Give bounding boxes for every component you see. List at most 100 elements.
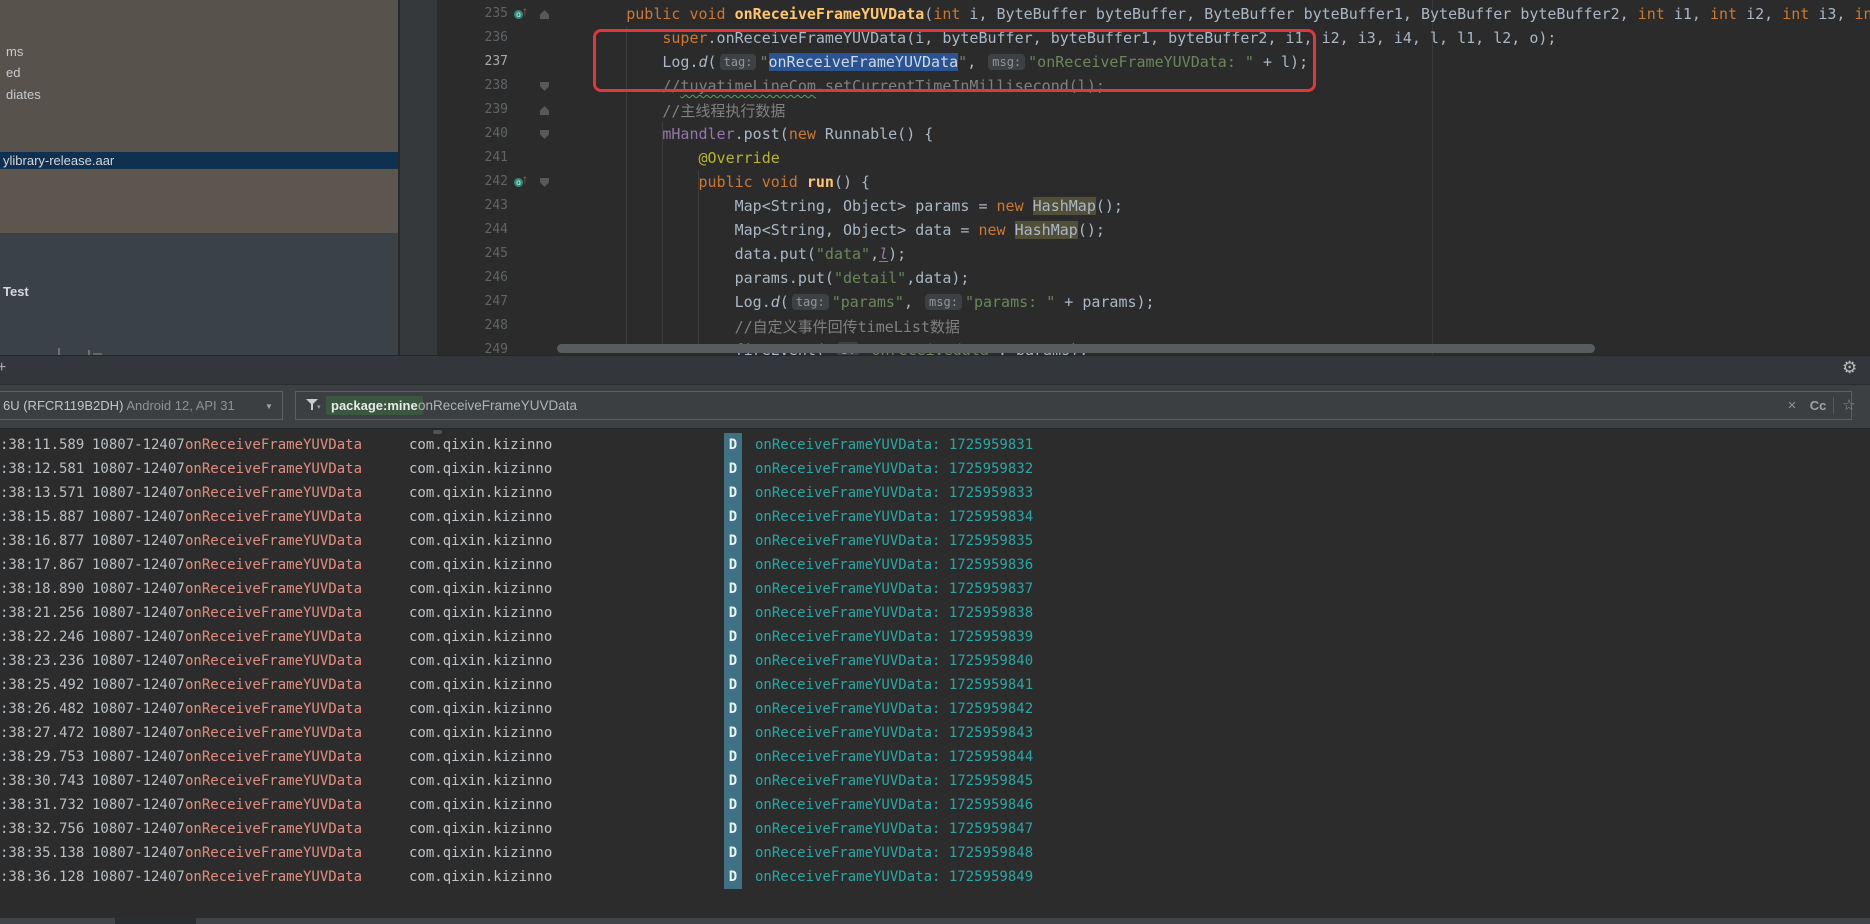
line-number: 241 (466, 146, 508, 170)
log-row[interactable]: :38:16.87710807-12407onReceiveFrameYUVDa… (0, 529, 1870, 553)
code-line-241[interactable]: 241 @Override (400, 146, 1870, 170)
logcat-horizontal-scrollbar[interactable] (0, 918, 1870, 924)
log-pid-tid: 10807-12407 (92, 697, 185, 721)
log-row[interactable]: :38:22.24610807-12407onReceiveFrameYUVDa… (0, 625, 1870, 649)
code-line-244[interactable]: 244 Map<String, Object> data = new HashM… (400, 218, 1870, 242)
fold-marker-icon[interactable] (540, 82, 549, 91)
code-segment: Map<String, Object> data = (735, 221, 979, 239)
line-number: 246 (466, 266, 508, 290)
line-number: 244 (466, 218, 508, 242)
scrollbar-thumb[interactable] (115, 918, 196, 924)
editor-horizontal-scrollbar[interactable] (557, 344, 1595, 353)
log-row[interactable]: :38:13.57110807-12407onReceiveFrameYUVDa… (0, 481, 1870, 505)
log-tag: onReceiveFrameYUVData (185, 673, 362, 697)
log-message: onReceiveFrameYUVData: 1725959835 (755, 529, 1033, 553)
log-row[interactable]: :38:35.13810807-12407onReceiveFrameYUVDa… (0, 841, 1870, 865)
log-timestamp: :38:21.256 (0, 601, 84, 625)
code-segment: HashMap (1015, 221, 1078, 239)
log-pid-tid: 10807-12407 (92, 505, 185, 529)
code-line-246[interactable]: 246 params.put("detail",data); (400, 266, 1870, 290)
code-segment: () { (834, 173, 870, 191)
log-package: com.qixin.kizinno (409, 577, 552, 601)
device-selector-dropdown[interactable]: 6U (RFCR119B2DH) Android 12, API 31 ▼ (0, 391, 283, 420)
project-panel[interactable]: ms ed diates ylibrary-release.aar Test (0, 0, 400, 355)
code-segment (554, 149, 699, 167)
log-tag: onReceiveFrameYUVData (185, 793, 362, 817)
favorite-filter-star-icon[interactable]: ☆ (1838, 392, 1860, 419)
code-line-242[interactable]: 242o↑ public void run() { (400, 170, 1870, 194)
code-line-245[interactable]: 245 data.put("data",l); (400, 242, 1870, 266)
log-row[interactable]: :38:11.58910807-12407onReceiveFrameYUVDa… (0, 433, 1870, 457)
code-editor[interactable]: 235o↑ public void onReceiveFrameYUVData(… (400, 0, 1870, 355)
code-text: //主线程执行数据 (554, 98, 785, 122)
panel-scroll-mark (58, 348, 60, 355)
log-tag: onReceiveFrameYUVData (185, 481, 362, 505)
log-row[interactable]: :38:25.49210807-12407onReceiveFrameYUVDa… (0, 673, 1870, 697)
log-row[interactable]: :38:31.73210807-12407onReceiveFrameYUVDa… (0, 793, 1870, 817)
log-row[interactable]: :38:36.12810807-12407onReceiveFrameYUVDa… (0, 865, 1870, 889)
fold-marker-icon[interactable] (540, 130, 549, 139)
log-message: onReceiveFrameYUVData: 1725959833 (755, 481, 1033, 505)
log-row[interactable]: :38:23.23610807-12407onReceiveFrameYUVDa… (0, 649, 1870, 673)
fold-marker-icon[interactable] (540, 10, 549, 19)
log-timestamp: :38:16.877 (0, 529, 84, 553)
log-row[interactable]: :38:12.58110807-12407onReceiveFrameYUVDa… (0, 457, 1870, 481)
code-segment: "params" (832, 293, 904, 311)
code-text: params.put("detail",data); (554, 266, 969, 290)
log-level-badge: D (724, 433, 742, 457)
log-level-badge: D (724, 625, 742, 649)
log-row[interactable]: :38:27.47210807-12407onReceiveFrameYUVDa… (0, 721, 1870, 745)
log-row[interactable]: :38:18.89010807-12407onReceiveFrameYUVDa… (0, 577, 1870, 601)
code-line-248[interactable]: 248 //自定义事件回传timeList数据 (400, 314, 1870, 338)
code-text: public void run() { (554, 170, 870, 194)
code-segment: i, ByteBuffer byteBuffer, ByteBuffer byt… (960, 5, 1637, 23)
log-package: com.qixin.kizinno (409, 481, 552, 505)
tree-item[interactable]: diates (6, 86, 41, 104)
filter-chip-package-mine[interactable]: package:mine (326, 396, 423, 415)
code-line-240[interactable]: 240 mHandler.post(new Runnable() { (400, 122, 1870, 146)
code-line-235[interactable]: 235o↑ public void onReceiveFrameYUVData(… (400, 2, 1870, 26)
log-row[interactable]: :38:30.74310807-12407onReceiveFrameYUVDa… (0, 769, 1870, 793)
code-line-247[interactable]: 247 Log.d(tag:"params", msg:"params: " +… (400, 290, 1870, 314)
code-line-243[interactable]: 243 Map<String, Object> params = new Has… (400, 194, 1870, 218)
fold-marker-icon[interactable] (540, 178, 549, 187)
tree-item[interactable]: ed (6, 64, 20, 82)
filter-funnel-icon[interactable]: ▾ (306, 399, 320, 413)
log-row[interactable]: :38:15.88710807-12407onReceiveFrameYUVDa… (0, 505, 1870, 529)
settings-gear-icon[interactable]: ⚙ (1842, 358, 1857, 378)
log-tag: onReceiveFrameYUVData (185, 577, 362, 601)
clear-filter-icon[interactable]: × (1782, 392, 1802, 419)
log-row[interactable]: :38:21.25610807-12407onReceiveFrameYUVDa… (0, 601, 1870, 625)
tree-section-label[interactable]: Test (3, 284, 29, 299)
log-row[interactable]: :38:29.75310807-12407onReceiveFrameYUVDa… (0, 745, 1870, 769)
logcat-filter-input[interactable]: ▾ package:mine onReceiveFrameYUVData × C… (295, 391, 1852, 420)
log-message: onReceiveFrameYUVData: 1725959849 (755, 865, 1033, 889)
log-row[interactable]: :38:17.86710807-12407onReceiveFrameYUVDa… (0, 553, 1870, 577)
tree-item[interactable]: ms (6, 43, 23, 61)
log-tag: onReceiveFrameYUVData (185, 457, 362, 481)
log-timestamp: :38:17.867 (0, 553, 84, 577)
log-row[interactable]: :38:26.48210807-12407onReceiveFrameYUVDa… (0, 697, 1870, 721)
overriding-method-icon[interactable]: o↑ (514, 176, 532, 188)
add-tab-button[interactable]: + (0, 359, 6, 377)
log-pid-tid: 10807-12407 (92, 457, 185, 481)
code-segment: onReceiveFrameYUVData (735, 5, 925, 23)
log-pid-tid: 10807-12407 (92, 625, 185, 649)
overriding-method-icon[interactable]: o↑ (514, 8, 532, 20)
log-timestamp: :38:27.472 (0, 721, 84, 745)
log-package: com.qixin.kizinno (409, 529, 552, 553)
log-level-badge: D (724, 505, 742, 529)
filter-query-text[interactable]: onReceiveFrameYUVData (418, 392, 577, 419)
logcat-output-panel[interactable]: :38:11.58910807-12407onReceiveFrameYUVDa… (0, 428, 1870, 924)
code-line-239[interactable]: 239 //主线程执行数据 (400, 98, 1870, 122)
log-row[interactable]: :38:32.75610807-12407onReceiveFrameYUVDa… (0, 817, 1870, 841)
code-segment: ); (888, 245, 906, 263)
log-package: com.qixin.kizinno (409, 793, 552, 817)
log-message: onReceiveFrameYUVData: 1725959841 (755, 673, 1033, 697)
log-message: onReceiveFrameYUVData: 1725959839 (755, 625, 1033, 649)
match-case-toggle[interactable]: Cc (1806, 392, 1830, 419)
log-message: onReceiveFrameYUVData: 1725959837 (755, 577, 1033, 601)
code-segment: i1, (1665, 5, 1710, 23)
fold-marker-icon[interactable] (540, 106, 549, 115)
tree-item-selected-aar-file[interactable]: ylibrary-release.aar (0, 152, 400, 169)
